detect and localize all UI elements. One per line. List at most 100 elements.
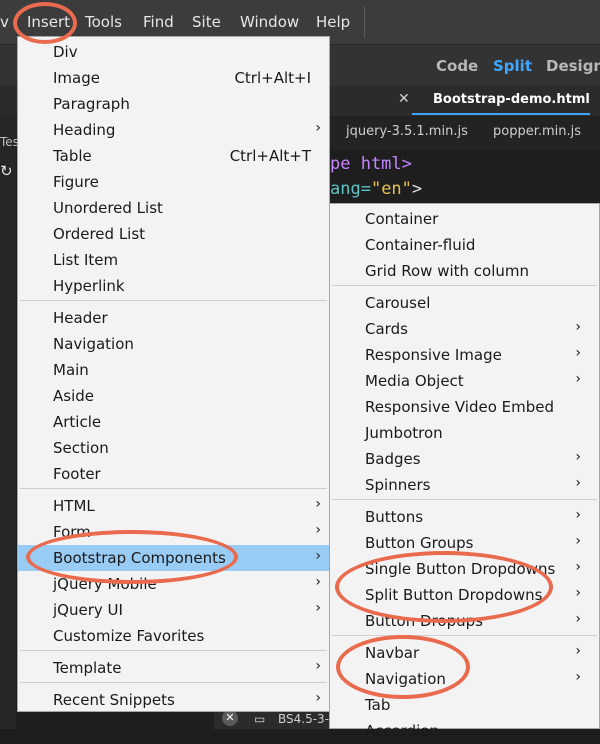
submenu-item-responsive-video[interactable]: Responsive Video Embed (330, 394, 599, 420)
submenu-item-buttons[interactable]: Buttons › (330, 504, 599, 530)
menu-item-unordered-list[interactable]: Unordered List (18, 195, 329, 221)
menu-item-customize-favorites[interactable]: Customize Favorites (18, 623, 329, 649)
menu-site[interactable]: Site (192, 13, 221, 31)
submenu-item-label: Media Object (365, 372, 464, 390)
chevron-right-icon: › (575, 345, 581, 361)
menu-item-div[interactable]: Div (18, 39, 329, 65)
submenu-item-carousel[interactable]: Carousel (330, 290, 599, 316)
menu-item-label: Image (53, 69, 100, 87)
menu-find[interactable]: Find (143, 13, 174, 31)
submenu-item-tab[interactable]: Tab (330, 692, 599, 718)
menu-item-hyperlink[interactable]: Hyperlink (18, 273, 329, 299)
submenu-item-spinners[interactable]: Spinners › (330, 472, 599, 498)
code-lang-value: "en" (370, 179, 412, 199)
menu-item-label: List Item (53, 251, 119, 269)
design-view-button[interactable]: Design (546, 57, 600, 75)
menu-item-navigation[interactable]: Navigation (18, 331, 329, 357)
menu-item-paragraph[interactable]: Paragraph (18, 91, 329, 117)
menu-item-label: Div (53, 43, 78, 61)
chevron-right-icon: › (575, 585, 581, 601)
menu-item-html[interactable]: HTML › (18, 493, 329, 519)
menu-item-main[interactable]: Main (18, 357, 329, 383)
menu-separator (332, 499, 597, 500)
menu-item-label: Customize Favorites (53, 627, 205, 645)
menu-item-label: Section (53, 439, 109, 457)
chevron-right-icon: › (315, 658, 321, 674)
tab-bootstrap-demo[interactable]: Bootstrap-demo.html (433, 92, 590, 107)
menu-separator (332, 635, 597, 636)
chevron-right-icon: › (575, 319, 581, 335)
submenu-item-label: Accordion (365, 722, 439, 740)
refresh-icon[interactable]: ↻ (0, 162, 13, 180)
submenu-item-badges[interactable]: Badges › (330, 446, 599, 472)
menu-item-label: Figure (53, 173, 99, 191)
chevron-right-icon: › (575, 643, 581, 659)
submenu-item-grid-row[interactable]: Grid Row with column (330, 258, 599, 284)
menu-item-shortcut: Ctrl+Alt+T (229, 147, 311, 165)
menu-item-article[interactable]: Article (18, 409, 329, 435)
menu-item-section[interactable]: Section (18, 435, 329, 461)
related-file-popper[interactable]: popper.min.js (493, 124, 581, 139)
submenu-item-label: Jumbotron (365, 424, 443, 442)
menu-window[interactable]: Window (240, 13, 299, 31)
split-view-button[interactable]: Split (493, 57, 532, 75)
related-file-jquery[interactable]: jquery-3.5.1.min.js (346, 124, 468, 139)
menu-separator (20, 488, 327, 489)
menu-tools[interactable]: Tools (85, 13, 122, 31)
chevron-right-icon: › (315, 120, 321, 136)
chevron-right-icon: › (575, 611, 581, 627)
annotation-oval-navigation (336, 635, 470, 699)
chevron-right-icon: › (575, 533, 581, 549)
menu-separator (20, 300, 327, 301)
menu-item-ordered-list[interactable]: Ordered List (18, 221, 329, 247)
chevron-right-icon: › (315, 690, 321, 706)
menu-item-list-item[interactable]: List Item (18, 247, 329, 273)
submenu-item-accordion[interactable]: Accordion (330, 718, 599, 744)
menu-item-jquery-ui[interactable]: jQuery UI › (18, 597, 329, 623)
submenu-item-container[interactable]: Container (330, 206, 599, 232)
status-text: BS4.5-3- (278, 712, 330, 726)
submenu-item-media-object[interactable]: Media Object › (330, 368, 599, 394)
submenu-item-label: Badges (365, 450, 421, 468)
code-lang-attr: ang= (330, 179, 371, 199)
submenu-item-label: Cards (365, 320, 408, 338)
submenu-item-cards[interactable]: Cards › (330, 316, 599, 342)
menu-item-image[interactable]: Image Ctrl+Alt+I (18, 65, 329, 91)
menu-item-header[interactable]: Header (18, 305, 329, 331)
menu-item-footer[interactable]: Footer (18, 461, 329, 487)
submenu-item-jumbotron[interactable]: Jumbotron (330, 420, 599, 446)
submenu-item-label: Responsive Image (365, 346, 502, 364)
close-tab-icon[interactable]: ✕ (398, 91, 410, 107)
chevron-right-icon: › (575, 371, 581, 387)
menu-item-heading[interactable]: Heading › (18, 117, 329, 143)
menu-item-aside[interactable]: Aside (18, 383, 329, 409)
active-tab-indicator (412, 113, 590, 115)
annotation-oval-dropdowns (335, 551, 553, 623)
submenu-item-label: Button Groups (365, 534, 474, 552)
submenu-item-responsive-image[interactable]: Responsive Image › (330, 342, 599, 368)
menu-item-label: Unordered List (53, 199, 163, 217)
menubar-divider (364, 6, 365, 38)
menu-item-label: Heading (53, 121, 116, 139)
menu-item-figure[interactable]: Figure (18, 169, 329, 195)
menu-item-table[interactable]: Table Ctrl+Alt+T (18, 143, 329, 169)
menu-separator (20, 682, 327, 683)
menu-item-label: jQuery UI (53, 601, 123, 619)
menu-help[interactable]: Help (316, 13, 350, 31)
menu-item-label: Recent Snippets (53, 691, 175, 709)
menu-separator (20, 650, 327, 651)
submenu-item-label: Spinners (365, 476, 431, 494)
menu-item-label: Navigation (53, 335, 134, 353)
menu-view-fragment[interactable]: v (0, 13, 9, 31)
submenu-item-label: Carousel (365, 294, 431, 312)
chevron-right-icon: › (315, 548, 321, 564)
menu-item-recent-snippets[interactable]: Recent Snippets › (18, 687, 329, 713)
chevron-right-icon: › (315, 496, 321, 512)
submenu-item-label: Buttons (365, 508, 424, 526)
menu-item-template[interactable]: Template › (18, 655, 329, 681)
code-view-button[interactable]: Code (436, 57, 478, 75)
chat-icon: ▭ (254, 712, 266, 726)
chevron-right-icon: › (315, 600, 321, 616)
submenu-item-container-fluid[interactable]: Container-fluid (330, 232, 599, 258)
chevron-right-icon: › (315, 522, 321, 538)
